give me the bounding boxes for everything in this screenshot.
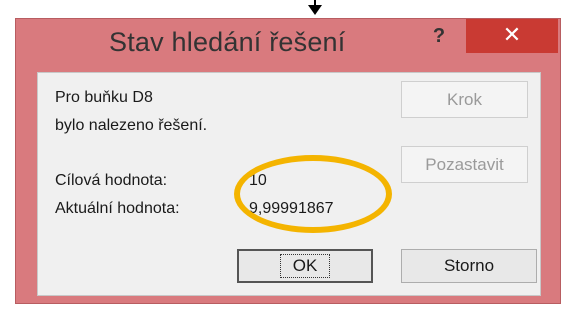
- current-value-label: Aktuální hodnota:: [55, 200, 180, 217]
- dialog-title: Stav hledání řešení: [109, 27, 346, 57]
- goal-seek-status-dialog: Stav hledání řešení ? ✕ Pro buňku D8 byl…: [15, 18, 561, 304]
- step-button[interactable]: Krok: [401, 81, 528, 118]
- target-value: 10: [249, 172, 267, 189]
- help-button[interactable]: ?: [427, 23, 451, 49]
- cancel-button[interactable]: Storno: [401, 249, 537, 283]
- close-button[interactable]: ✕: [466, 19, 558, 53]
- current-value: 9,99991867: [249, 200, 334, 217]
- pause-button[interactable]: Pozastavit: [401, 146, 528, 183]
- dialog-body: Pro buňku D8 bylo nalezeno řešení. Cílov…: [37, 72, 541, 296]
- message-line-2: bylo nalezeno řešení.: [55, 117, 208, 134]
- ok-button-label: OK: [279, 254, 331, 278]
- titlebar[interactable]: Stav hledání řešení ? ✕: [16, 19, 560, 67]
- ok-button[interactable]: OK: [237, 249, 373, 283]
- screenshot-stage: Stav hledání řešení ? ✕ Pro buňku D8 byl…: [0, 0, 573, 316]
- target-value-label: Cílová hodnota:: [55, 172, 168, 189]
- pointer-arrow-head-icon: [308, 5, 322, 15]
- message-line-1: Pro buňku D8: [55, 89, 153, 106]
